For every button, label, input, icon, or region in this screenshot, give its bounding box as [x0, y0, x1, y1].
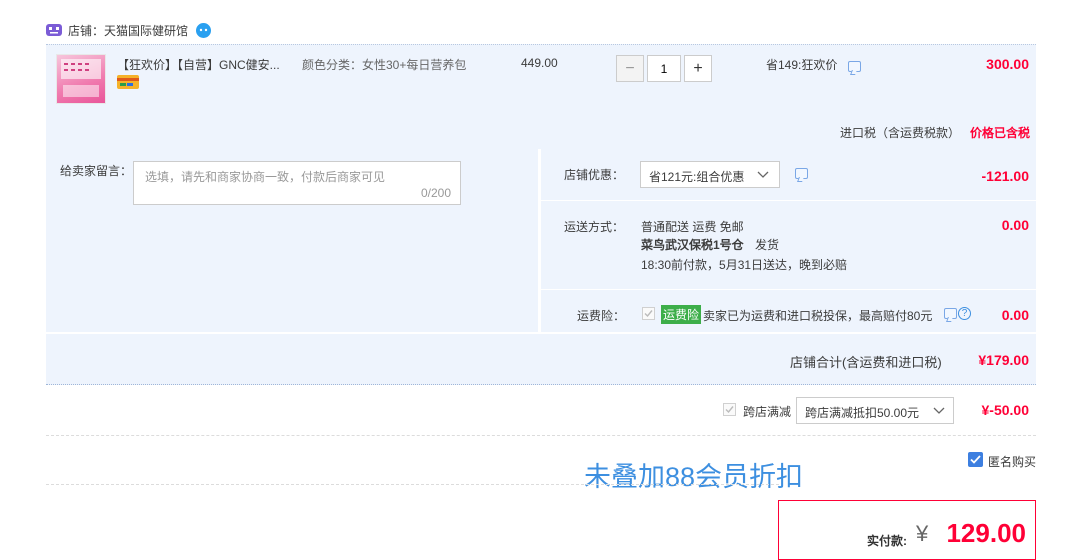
import-tax-label: 进口税（含运费税款） — [840, 126, 961, 140]
promo-info-icon[interactable] — [848, 61, 861, 72]
insurance-chat-icon[interactable] — [944, 308, 957, 319]
shipping-value: 0.00 — [1001, 217, 1029, 233]
insurance-checkbox[interactable] — [642, 307, 655, 320]
payment-label: 实付款: — [867, 534, 907, 548]
unit-price: 449.00 — [521, 56, 558, 70]
chevron-down-icon — [933, 404, 945, 419]
tmall-shop-icon — [46, 24, 62, 36]
payment-amount: 129.00 — [946, 518, 1026, 548]
shop-label: 店铺： — [68, 23, 105, 38]
cross-store-label: 跨店满减 — [743, 405, 792, 419]
insurance-text: 卖家已为运费和进口税投保，最高赔付80元 — [703, 309, 933, 323]
item-promo: 省149:狂欢价 — [766, 58, 838, 72]
message-label: 给卖家留言： — [60, 164, 133, 178]
insurance-value: 0.00 — [1001, 307, 1029, 323]
cross-store-value: ¥-50.00 — [981, 402, 1029, 418]
insurance-tag: 运费险 — [661, 305, 702, 324]
shipping-line2: 菜鸟武汉保税1号仓 发货 — [641, 236, 779, 253]
message-counter: 0/200 — [420, 186, 451, 200]
import-tax-value: 价格已含税 — [970, 126, 1031, 140]
options-divider-1 — [541, 200, 1036, 201]
shop-header: 店铺： 天猫国际健研馆 — [46, 20, 212, 40]
shipping-line1: 普通配送 运费 免邮 — [641, 220, 744, 234]
credit-card-icon — [117, 75, 139, 89]
shop-name-link[interactable]: 天猫国际健研馆 — [104, 22, 188, 39]
payment-box: 实付款: ¥ 129.00 — [778, 500, 1036, 560]
item-subtotal: 300.00 — [986, 56, 1029, 72]
coupon-select[interactable]: 省121元:组合优惠 — [640, 161, 780, 188]
shop-total-label: 店铺合计(含运费和进口税) — [790, 355, 942, 370]
chevron-down-icon — [757, 168, 769, 183]
shop-total-value: ¥179.00 — [978, 352, 1029, 368]
coupon-selected: 省121元:组合优惠 — [649, 170, 745, 184]
payment-currency: ¥ — [916, 521, 929, 546]
options-divider-2 — [541, 289, 1036, 290]
qty-plus-button[interactable]: + — [684, 55, 712, 82]
cross-store-checkbox[interactable] — [723, 403, 736, 416]
coupon-label: 店铺优惠： — [564, 168, 625, 182]
anonymous-checkbox[interactable] — [968, 452, 983, 467]
shipping-warehouse: 菜鸟武汉保税1号仓 — [641, 238, 744, 252]
question-icon[interactable]: ? — [958, 307, 971, 320]
product-title-link[interactable]: 【狂欢价】【自营】GNC健安... — [117, 56, 280, 73]
coupon-value: -121.00 — [981, 168, 1029, 184]
insurance-label: 运费险： — [577, 309, 626, 323]
qty-input[interactable] — [647, 55, 681, 82]
qty-minus-button[interactable]: − — [616, 55, 644, 82]
message-textarea[interactable]: 选填，请先和商家协商一致，付款后商家可见 0/200 — [133, 161, 461, 205]
product-sku: 颜色分类：女性30+每日营养包 — [302, 58, 467, 72]
shipping-line3: 18:30前付款，5月31日送达，晚到必赔 — [641, 258, 848, 272]
message-placeholder: 选填，请先和商家协商一致，付款后商家可见 — [145, 170, 386, 184]
overlay-annotation: 未叠加88会员折扣 — [584, 462, 804, 492]
product-thumbnail[interactable] — [56, 54, 106, 104]
cross-store-select[interactable]: 跨店满减抵扣50.00元 — [796, 397, 954, 424]
wangwang-chat-icon[interactable] — [196, 22, 212, 38]
cross-store-selected: 跨店满减抵扣50.00元 — [805, 406, 920, 420]
coupon-info-icon[interactable] — [795, 168, 808, 179]
divider — [46, 484, 779, 485]
divider — [46, 435, 1036, 436]
shipping-ship-text: 发货 — [755, 238, 780, 252]
anonymous-label: 匿名购买 — [988, 455, 1037, 469]
shipping-label: 运送方式： — [564, 220, 625, 234]
